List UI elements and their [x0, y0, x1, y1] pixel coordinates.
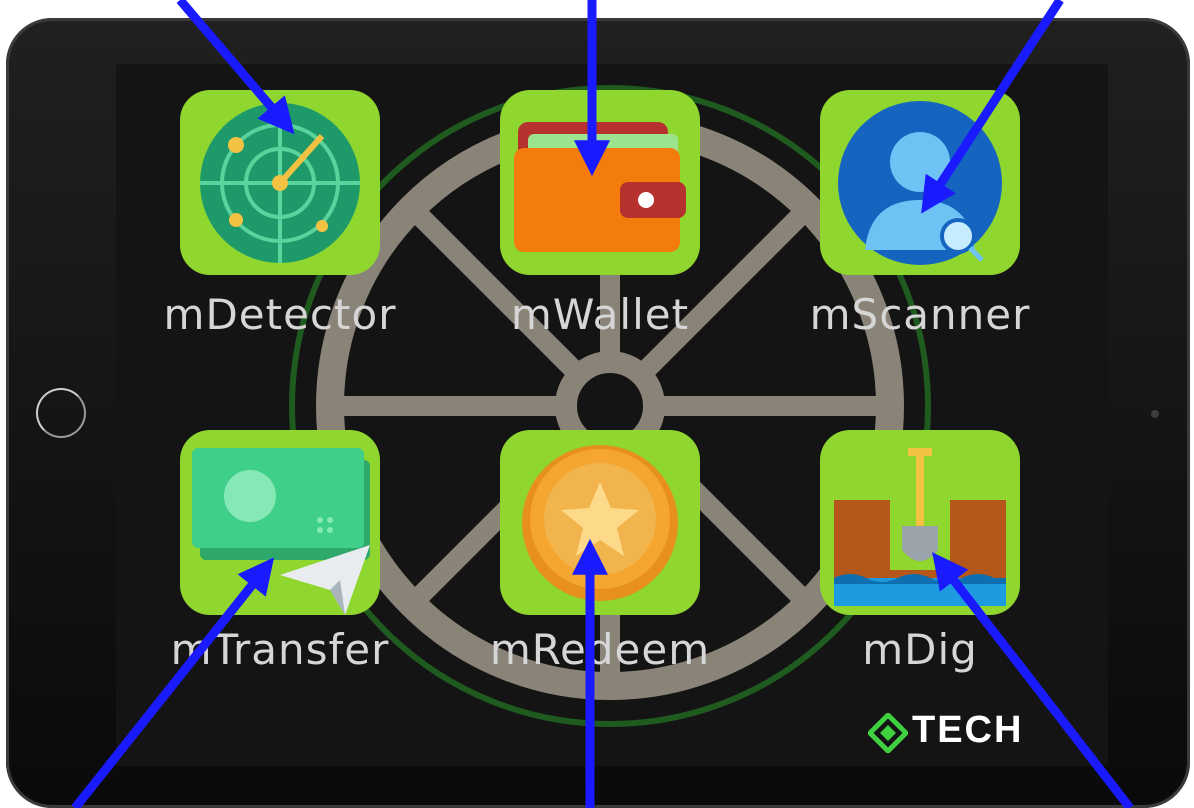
- arrow-mscanner: [921, 0, 1064, 214]
- annotation-arrows: [71, 0, 1134, 808]
- arrow-mdig: [932, 552, 1134, 808]
- arrow-mtransfer: [71, 557, 275, 808]
- arrow-mdetector: [176, 0, 295, 135]
